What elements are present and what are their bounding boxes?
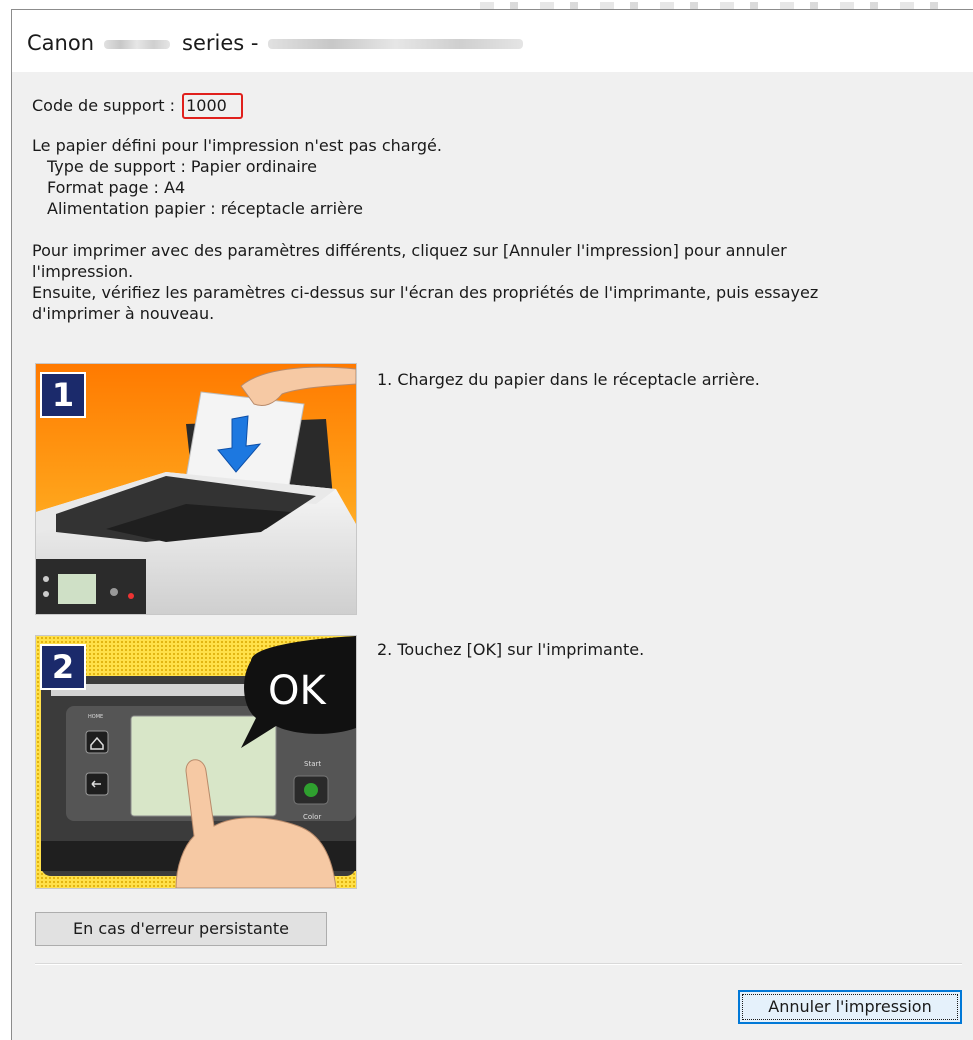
instruction-line: d'imprimer à nouveau. bbox=[32, 304, 215, 323]
support-code-label: Code de support : bbox=[32, 96, 181, 115]
step1-text: 1. Chargez du papier dans le réceptacle … bbox=[377, 370, 760, 389]
window-title: Canon series - bbox=[27, 31, 524, 55]
start-label: Start bbox=[304, 760, 321, 768]
message-line: Le papier défini pour l'impression n'est… bbox=[32, 136, 442, 155]
step2-badge: 2 bbox=[40, 644, 86, 690]
redacted-model-name bbox=[104, 39, 170, 49]
support-code-value: 1000 bbox=[182, 93, 243, 119]
step1-illustration: 1 bbox=[35, 363, 357, 615]
paper-source-line: Alimentation papier : réceptacle arrière bbox=[47, 199, 363, 218]
error-dialog: Canon series - Code de support : 1000 Le … bbox=[11, 9, 973, 1040]
separator bbox=[35, 963, 962, 965]
ok-bubble-text: OK bbox=[268, 668, 327, 714]
title-prefix: Canon bbox=[27, 31, 94, 55]
instruction-line: Ensuite, vérifiez les paramètres ci-dess… bbox=[32, 283, 819, 302]
title-bar: Canon series - bbox=[12, 10, 973, 72]
title-middle: series - bbox=[182, 31, 259, 55]
media-type-line: Type de support : Papier ordinaire bbox=[47, 157, 317, 176]
error-message: Le papier défini pour l'impression n'est… bbox=[32, 135, 442, 219]
instruction-line: Pour imprimer avec des paramètres différ… bbox=[32, 241, 787, 260]
page-size-line: Format page : A4 bbox=[47, 178, 186, 197]
redacted-printer-name bbox=[268, 39, 524, 49]
support-code-row: Code de support : 1000 bbox=[32, 93, 243, 119]
step2-text: 2. Touchez [OK] sur l'imprimante. bbox=[377, 640, 645, 659]
step1-badge: 1 bbox=[40, 372, 86, 418]
color-label: Color bbox=[303, 813, 321, 821]
cancel-print-button[interactable]: Annuler l'impression bbox=[738, 990, 962, 1024]
instruction-line: l'impression. bbox=[32, 262, 134, 281]
home-label: HOME bbox=[88, 714, 103, 720]
step2-illustration: HOME Start Color OK 2 bbox=[35, 635, 357, 889]
persistent-error-button[interactable]: En cas d'erreur persistante bbox=[35, 912, 327, 946]
instructions: Pour imprimer avec des paramètres différ… bbox=[32, 240, 818, 324]
